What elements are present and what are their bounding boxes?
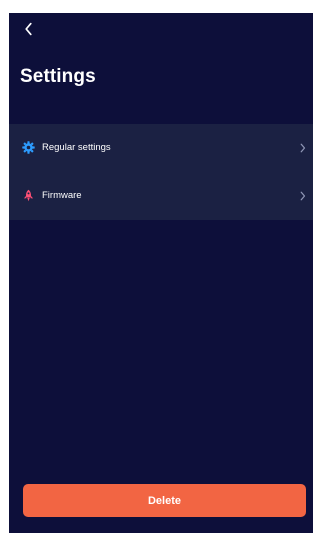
settings-row-regular-settings[interactable]: Regular settings (9, 124, 313, 172)
regular-settings-label: Regular settings (42, 142, 111, 153)
settings-row-firmware[interactable]: Firmware (9, 172, 313, 220)
mobile-screen-frame: Settings Regular settings Firmware Delet… (0, 0, 313, 533)
settings-list: Regular settings Firmware (9, 124, 313, 220)
delete-button[interactable]: Delete (23, 484, 306, 517)
chevron-right-icon (299, 142, 307, 154)
gear-icon (22, 141, 35, 154)
chevron-left-icon (23, 22, 33, 36)
page-title: Settings (20, 66, 96, 87)
firmware-label: Firmware (42, 190, 82, 201)
chevron-right-icon (299, 190, 307, 202)
rocket-icon (22, 189, 35, 202)
back-button[interactable] (19, 20, 37, 38)
settings-screen: Settings Regular settings Firmware Delet… (9, 13, 313, 533)
